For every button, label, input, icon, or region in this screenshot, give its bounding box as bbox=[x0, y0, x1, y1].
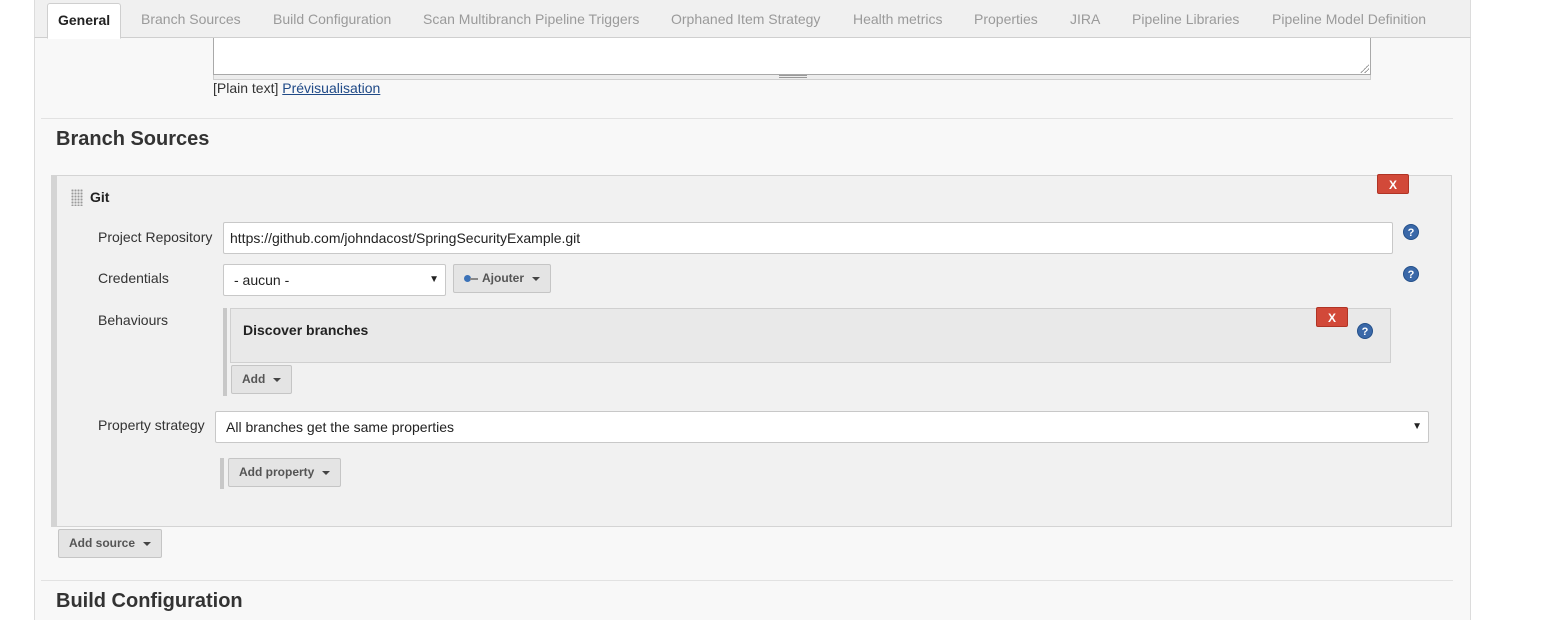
property-strategy-selected: All branches get the same properties bbox=[226, 419, 455, 435]
tab-bar: General Branch Sources Build Configurati… bbox=[34, 0, 1471, 39]
chevron-down-icon bbox=[273, 377, 282, 382]
section-divider bbox=[41, 118, 1453, 119]
add-property-button[interactable]: Add property bbox=[228, 458, 342, 487]
delete-git-source-button[interactable]: X bbox=[1377, 174, 1409, 194]
add-behaviour-button[interactable]: Add bbox=[231, 365, 293, 394]
behaviour-item bbox=[230, 308, 1391, 363]
chevron-down-icon: ▼ bbox=[429, 274, 439, 285]
preview-link[interactable]: Prévisualisation bbox=[282, 80, 380, 96]
help-icon[interactable]: ? bbox=[1403, 266, 1419, 282]
project-repository-label: Project Repository bbox=[98, 229, 213, 245]
chevron-down-icon bbox=[322, 470, 331, 475]
tab-properties[interactable]: Properties bbox=[974, 3, 1038, 38]
plain-text-label: [Plain text] bbox=[213, 80, 279, 96]
add-behaviour-label: Add bbox=[242, 372, 266, 386]
add-source-label: Add source bbox=[69, 536, 136, 550]
add-credentials-label: Ajouter bbox=[482, 271, 524, 285]
help-icon[interactable]: ? bbox=[1357, 323, 1373, 339]
tab-health-metrics[interactable]: Health metrics bbox=[853, 3, 942, 38]
chevron-down-icon bbox=[532, 276, 540, 281]
tab-jira[interactable]: JIRA bbox=[1070, 3, 1100, 38]
tab-pipeline-libraries[interactable]: Pipeline Libraries bbox=[1132, 3, 1239, 38]
tab-orphaned-item-strategy[interactable]: Orphaned Item Strategy bbox=[671, 3, 820, 38]
property-bar bbox=[220, 458, 224, 489]
description-textarea[interactable] bbox=[213, 38, 1371, 75]
property-strategy-select[interactable]: All branches get the same properties ▼ bbox=[215, 411, 1429, 443]
credentials-selected: - aucun - bbox=[234, 272, 290, 288]
project-repository-input[interactable]: https://github.com/johndacost/SpringSecu… bbox=[223, 222, 1393, 254]
chevron-down-icon: ▼ bbox=[1412, 421, 1422, 432]
key-icon bbox=[464, 274, 478, 283]
description-format: [Plain text] Prévisualisation bbox=[213, 80, 380, 96]
tab-scan-triggers[interactable]: Scan Multibranch Pipeline Triggers bbox=[423, 3, 639, 38]
help-icon[interactable]: ? bbox=[1403, 224, 1419, 240]
drag-handle-icon[interactable] bbox=[71, 189, 83, 206]
behaviours-bar bbox=[223, 308, 227, 396]
credentials-label: Credentials bbox=[98, 270, 169, 286]
tab-general[interactable]: General bbox=[47, 3, 122, 39]
behaviour-item-title: Discover branches bbox=[243, 322, 369, 338]
add-credentials-button[interactable]: Ajouter bbox=[453, 264, 551, 293]
delete-behaviour-button[interactable]: X bbox=[1316, 307, 1348, 327]
tab-pipeline-model-definition[interactable]: Pipeline Model Definition bbox=[1272, 3, 1426, 38]
branch-sources-title: Branch Sources bbox=[56, 128, 210, 150]
behaviours-label: Behaviours bbox=[98, 312, 169, 328]
chevron-down-icon bbox=[143, 541, 152, 546]
tab-branch-sources[interactable]: Branch Sources bbox=[141, 3, 241, 38]
git-source-title: Git bbox=[90, 189, 110, 205]
textarea-resize-bar[interactable] bbox=[213, 75, 1371, 80]
add-source-button[interactable]: Add source bbox=[58, 529, 163, 558]
credentials-select[interactable]: - aucun - ▼ bbox=[223, 264, 446, 296]
build-configuration-title: Build Configuration bbox=[56, 590, 243, 612]
resize-grip-icon[interactable] bbox=[1359, 63, 1369, 73]
section-divider bbox=[41, 580, 1453, 581]
property-strategy-label: Property strategy bbox=[98, 417, 205, 433]
resize-handle-icon[interactable] bbox=[779, 75, 807, 78]
add-property-label: Add property bbox=[239, 465, 315, 479]
tab-build-configuration[interactable]: Build Configuration bbox=[273, 3, 391, 38]
